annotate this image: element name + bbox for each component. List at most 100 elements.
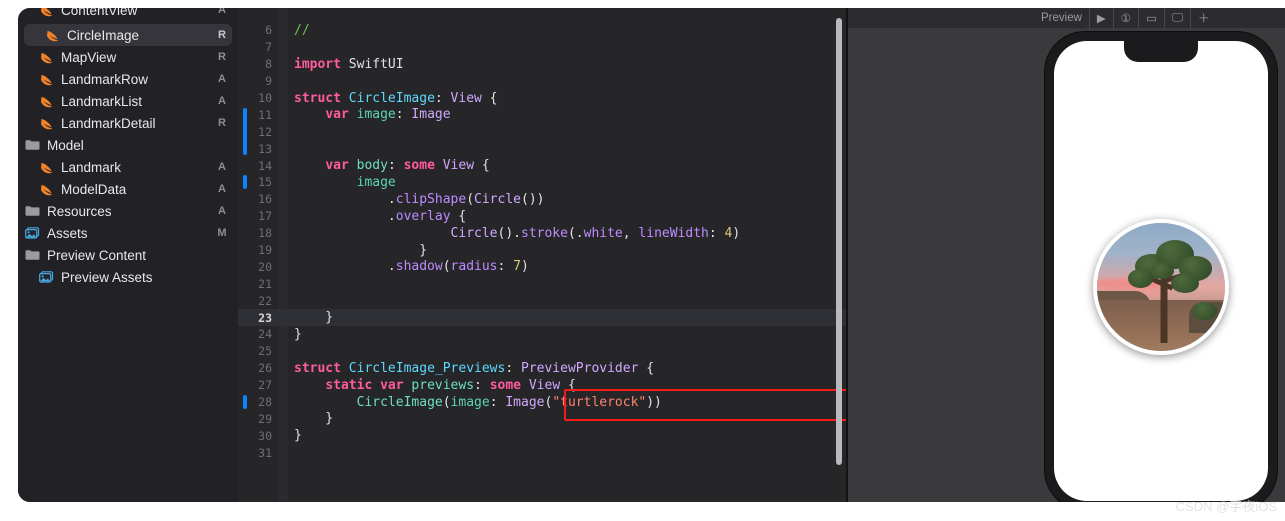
code-line-10[interactable]: 10 struct CircleImage: View { <box>238 90 846 107</box>
line-number: 15 <box>258 175 272 190</box>
sidebar-item-badge: A <box>218 205 226 217</box>
sidebar-item-landmarkrow[interactable]: LandmarkRow A <box>18 68 238 90</box>
code-line-17[interactable]: 17 .overlay { <box>238 208 846 225</box>
code-editor[interactable]: 6 // 7 8 import SwiftUI 9 10 struct CircleImage… <box>238 8 846 502</box>
sidebar-item-badge: A <box>218 161 226 173</box>
assets-icon <box>38 270 55 285</box>
sidebar-item-model[interactable]: Model <box>18 134 238 156</box>
folder-icon <box>24 138 41 153</box>
code-line-15[interactable]: 15 image <box>238 174 846 191</box>
code-line-11[interactable]: 11 var image: Image <box>238 106 846 123</box>
line-number: 10 <box>258 91 272 105</box>
line-content: .clipShape(Circle()) <box>294 191 545 207</box>
swift-file-icon <box>38 8 55 18</box>
csdn-watermark: CSDN @宇夜iOS <box>1175 499 1277 514</box>
line-number: 28 <box>258 395 272 410</box>
line-content: var image: Image <box>325 107 451 123</box>
line-number: 19 <box>258 243 272 258</box>
code-line-26[interactable]: 26 struct CircleImage_Previews: PreviewPr… <box>238 360 846 377</box>
line-content: .shadow(radius: 7) <box>294 259 529 275</box>
line-number: 30 <box>258 428 272 443</box>
sidebar-item-list[interactable]: CircleImage R MapView R LandmarkRow A Landmark… <box>18 8 238 288</box>
code-line-14[interactable]: 14 var body: some View { <box>238 157 846 174</box>
project-navigator-sidebar[interactable]: ContentView A CircleImage R MapView R Landma… <box>18 8 238 502</box>
sidebar-item-preview-content[interactable]: Preview Content <box>18 244 238 266</box>
code-line-28[interactable]: 28 CircleImage(image: Image("turtlerock"… <box>238 394 846 411</box>
sidebar-item-label: Assets <box>47 225 88 241</box>
sidebar-item-landmarklist[interactable]: LandmarkList A <box>18 90 238 112</box>
line-number: 31 <box>258 445 272 460</box>
code-line-16[interactable]: 16 .clipShape(Circle()) <box>238 191 846 208</box>
folder-icon <box>24 248 41 263</box>
code-line-21[interactable]: 21 <box>238 275 846 292</box>
sidebar-item-assets[interactable]: Assets M <box>18 222 238 244</box>
swift-file-icon <box>38 182 55 197</box>
code-line-6[interactable]: 6 // <box>238 22 846 39</box>
line-number: 14 <box>258 158 272 173</box>
sidebar-item-contentview[interactable]: ContentView A <box>18 8 238 21</box>
preview-canvas[interactable]: Preview ▶ ① ▭ 🖵 ＋ <box>846 8 1285 502</box>
preview-label[interactable]: Preview <box>1034 8 1090 28</box>
line-content: struct CircleImage_Previews: PreviewProv… <box>294 360 655 376</box>
code-line-25[interactable]: 25 <box>238 343 846 360</box>
code-line-30[interactable]: 30} <box>238 427 846 444</box>
line-number: 26 <box>258 361 272 376</box>
inspect-button[interactable]: ① <box>1114 8 1140 28</box>
line-content: } <box>294 411 334 427</box>
sidebar-item-label: LandmarkDetail <box>61 115 156 131</box>
line-number: 25 <box>258 344 272 359</box>
code-line-12[interactable]: 12 <box>238 123 846 140</box>
folder-icon <box>24 204 41 219</box>
device-button[interactable]: ▭ <box>1139 8 1165 28</box>
sidebar-item-label: MapView <box>61 49 117 65</box>
sidebar-item-badge: R <box>218 117 226 129</box>
code-line-29[interactable]: 29 } <box>238 410 846 427</box>
line-number: 20 <box>258 259 272 274</box>
line-content: static var previews: some View { <box>325 377 576 393</box>
code-line-19[interactable]: 19 } <box>238 242 846 259</box>
sidebar-item-modeldata[interactable]: ModelData A <box>18 178 238 200</box>
swift-file-icon <box>38 50 55 65</box>
line-number: 9 <box>265 74 272 89</box>
code-line-20[interactable]: 20 .shadow(radius: 7) <box>238 258 846 275</box>
sidebar-item-badge: M <box>217 227 227 239</box>
sidebar-item-label: CircleImage <box>67 27 140 43</box>
circle-image-preview <box>1093 219 1229 355</box>
code-line-27[interactable]: 27 static var previews: some View { <box>238 377 846 394</box>
line-number: 11 <box>258 107 272 122</box>
add-preview-button[interactable]: ＋ <box>1191 8 1217 28</box>
code-line-7[interactable]: 7 <box>238 39 846 56</box>
assets-icon <box>24 226 41 241</box>
iphone-screen[interactable] <box>1054 41 1268 501</box>
sidebar-item-resources[interactable]: Resources A <box>18 200 238 222</box>
line-number: 8 <box>265 57 272 72</box>
sidebar-item-circleimage[interactable]: CircleImage R <box>24 24 232 46</box>
sidebar-item-label: LandmarkRow <box>61 71 149 87</box>
code-line-18[interactable]: 18 Circle().stroke(.white, lineWidth: 4) <box>238 225 846 242</box>
code-line-13[interactable]: 13 <box>238 140 846 157</box>
line-number: 21 <box>258 276 272 291</box>
sidebar-item-landmarkdetail[interactable]: LandmarkDetail R <box>18 112 238 134</box>
sidebar-item-label: Model <box>47 137 84 153</box>
preview-toolbar[interactable]: Preview ▶ ① ▭ 🖵 ＋ <box>848 8 1285 28</box>
line-number: 13 <box>258 141 272 156</box>
line-content: struct CircleImage: View { <box>294 90 498 106</box>
sidebar-item-mapview[interactable]: MapView R <box>18 46 238 68</box>
code-line-23[interactable]: 23 } <box>238 309 846 327</box>
live-preview-button[interactable]: ▶ <box>1090 8 1114 28</box>
sidebar-item-landmark[interactable]: Landmark A <box>18 156 238 178</box>
code-line-31[interactable]: 31 <box>238 444 846 461</box>
swift-file-icon <box>38 116 55 131</box>
code-line-24[interactable]: 24} <box>238 326 846 343</box>
line-content: } <box>294 242 428 258</box>
code-line-8[interactable]: 8 import SwiftUI <box>238 56 846 73</box>
line-content: Circle().stroke(.white, lineWidth: 4) <box>450 225 741 241</box>
code-line-22[interactable]: 22 <box>238 292 846 309</box>
editor-vertical-scrollbar[interactable] <box>836 18 842 465</box>
display-button[interactable]: 🖵 <box>1165 8 1192 28</box>
line-number: 18 <box>258 226 272 241</box>
sidebar-item-preview-assets[interactable]: Preview Assets <box>18 266 238 288</box>
line-content: image <box>356 174 396 190</box>
code-line-9[interactable]: 9 <box>238 73 846 90</box>
code-lines[interactable]: 6 // 7 8 import SwiftUI 9 10 struct CircleImage… <box>238 22 846 461</box>
